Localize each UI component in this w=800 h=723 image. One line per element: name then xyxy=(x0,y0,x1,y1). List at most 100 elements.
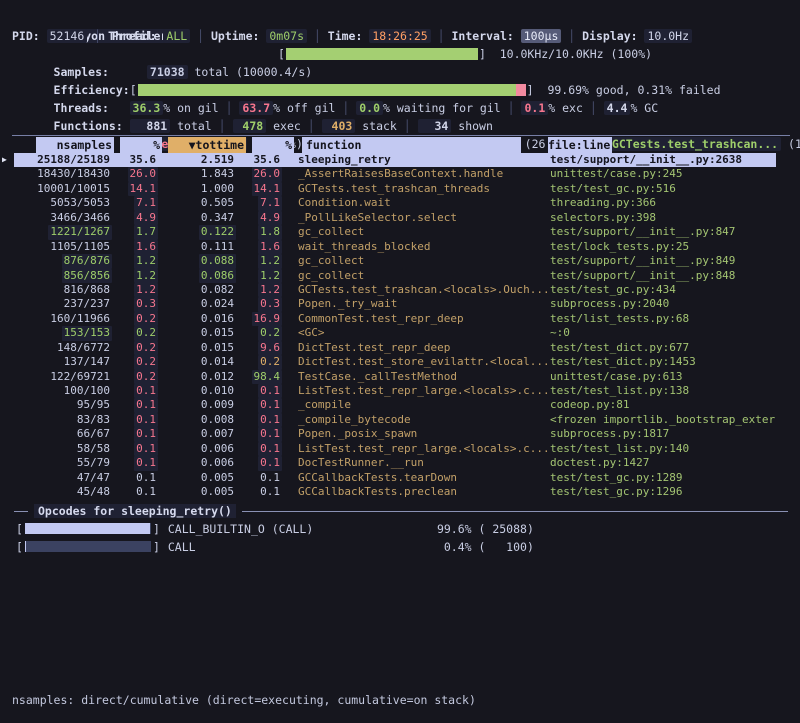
interval-label: Interval: xyxy=(452,29,521,43)
efficiency-bar xyxy=(138,84,526,96)
table-row[interactable]: 66/670.10.0070.1Popen._posix_spawnsubpro… xyxy=(14,427,776,441)
thread-stat-value: 0.0 xyxy=(356,101,383,115)
nsamples-cell: 816/868 xyxy=(14,283,112,297)
info-item-pid: PID: 52146 xyxy=(12,29,87,43)
table-row[interactable]: 876/8761.20.0881.2gc_collecttest/support… xyxy=(14,254,776,268)
function-name-cell: DictTest.test_repr_deep xyxy=(296,341,548,355)
col-header-function[interactable]: function xyxy=(302,137,521,153)
info-item-thread: Thread: ALL xyxy=(108,29,190,43)
tottime-cell: 0.086 xyxy=(158,269,236,283)
opcodes-title: Opcodes for sleeping_retry() xyxy=(34,504,236,518)
tachyon-profiler: Tachyon Profiler PID: 52146 │ Thread: AL… xyxy=(0,0,800,723)
function-name-cell: CommonTest.test_repr_deep xyxy=(296,312,548,326)
pct-cumulative-cell: 0.1 xyxy=(236,427,282,441)
separator: │ xyxy=(561,29,582,43)
table-row[interactable]: 160/119660.20.01616.9CommonTest.test_rep… xyxy=(14,312,776,326)
nsamples-cell: 100/100 xyxy=(14,384,112,398)
pct-direct-cell: 0.1 xyxy=(112,413,158,427)
pct-cumulative-cell: 1.2 xyxy=(236,283,282,297)
table-row[interactable]: 95/950.10.0090.1_compilecodeop.py:81 xyxy=(14,398,776,412)
top3-item: GCTests.test_trashcan... (14.1%) xyxy=(594,137,800,151)
table-row[interactable]: 3466/34664.90.3474.9_PollLikeSelector.se… xyxy=(14,211,776,225)
file-line-cell: test/test_gc.py:434 xyxy=(548,283,776,297)
separator: │ xyxy=(87,29,108,43)
pct-cumulative-cell: 0.1 xyxy=(236,471,282,485)
pct-cumulative-cell: 0.1 xyxy=(236,398,282,412)
tottime-cell: 0.111 xyxy=(158,240,236,254)
function-name-cell: ListTest.test_repr_large.<locals>.c... xyxy=(296,442,548,456)
nsamples-cell: 3466/3466 xyxy=(14,211,112,225)
col-header-tottime-sorted[interactable]: ▼tottime xyxy=(168,137,246,153)
table-row[interactable]: 100/1000.10.0100.1ListTest.test_repr_lar… xyxy=(14,384,776,398)
tottime-cell: 0.006 xyxy=(158,442,236,456)
pct-direct-cell: 0.1 xyxy=(112,384,158,398)
title-rule-right xyxy=(242,511,788,512)
pct-cumulative-cell: 7.1 xyxy=(236,196,282,210)
nsamples-cell: 47/47 xyxy=(14,471,112,485)
table-row[interactable]: 45/480.10.0050.1GCCallbackTests.preclean… xyxy=(14,485,776,499)
table-row[interactable]: 55/790.10.0060.1DocTestRunner.__rundocte… xyxy=(14,456,776,470)
functions-label: Functions: xyxy=(54,117,130,135)
pct-direct-cell: 26.0 xyxy=(112,167,158,181)
table-row[interactable]: 856/8561.20.0861.2gc_collecttest/support… xyxy=(14,269,776,283)
bar-open-bracket: [ xyxy=(130,83,137,97)
pct-direct-cell: 0.2 xyxy=(112,341,158,355)
nsamples-cell: 18430/18430 xyxy=(14,167,112,181)
table-row[interactable]: 816/8681.20.0821.2GCTests.test_trashcan.… xyxy=(14,283,776,297)
efficiency-failed-bar xyxy=(516,84,526,96)
opcode-stat: 0.4% ( 100) xyxy=(414,540,534,554)
footer: nsamples: direct/cumulative (direct=exec… xyxy=(12,663,476,723)
opcode-stat: 99.6% ( 25088) xyxy=(414,522,534,536)
pct-direct-cell: 0.2 xyxy=(112,312,158,326)
pct-direct-cell: 0.2 xyxy=(112,355,158,369)
opcodes-title-line: Opcodes for sleeping_retry() xyxy=(0,503,800,520)
function-name-cell: sleeping_retry xyxy=(296,153,548,167)
pct-cumulative-cell: 4.9 xyxy=(236,211,282,225)
efficiency-text: 99.69% good, 0.31% failed xyxy=(534,83,721,97)
table-row[interactable]: 153/1530.20.0150.2<GC>~:0 xyxy=(14,326,776,340)
table-row[interactable]: 237/2370.30.0240.3Popen._try_waitsubproc… xyxy=(14,297,776,311)
thread-stat-value: 0.1 xyxy=(521,101,548,115)
function-stat-suffix: stack xyxy=(355,119,397,133)
function-name-cell: TestCase._callTestMethod xyxy=(296,370,548,384)
table-row[interactable]: 5053/50537.10.5057.1Condition.waitthread… xyxy=(14,196,776,210)
function-name-cell: Popen._posix_spawn xyxy=(296,427,548,441)
nsamples-cell: 95/95 xyxy=(14,398,112,412)
col-header-file-line[interactable]: file:line xyxy=(548,137,612,153)
tottime-cell: 1.843 xyxy=(158,167,236,181)
tottime-cell: 0.347 xyxy=(158,211,236,225)
function-name-cell: ListTest.test_repr_large.<locals>.c... xyxy=(296,384,548,398)
bar-open-bracket: [ xyxy=(278,47,285,61)
pct-cumulative-cell: 1.6 xyxy=(236,240,282,254)
title-line: Tachyon Profiler xyxy=(12,9,800,27)
tottime-cell: 0.015 xyxy=(158,326,236,340)
table-row[interactable]: 1105/11051.60.1111.6wait_threads_blocked… xyxy=(14,240,776,254)
nsamples-cell: 25188/25189 xyxy=(14,153,112,167)
table-row[interactable]: 122/697210.20.01298.4TestCase._callTestM… xyxy=(14,370,776,384)
tottime-cell: 0.008 xyxy=(158,413,236,427)
info-item-interval: Interval: 100μs xyxy=(452,29,562,43)
table-row[interactable]: 10001/1001514.11.00014.1GCTests.test_tra… xyxy=(14,182,776,196)
functions-segments: 881 total │ 478 exec │ 403 stack │ 34 sh… xyxy=(130,119,493,133)
info-item-display: Display: 10.0Hz xyxy=(582,29,692,43)
separator: │ xyxy=(431,29,452,43)
bar-close-bracket: ] xyxy=(153,540,160,554)
col-header-pct-cumulative[interactable]: % xyxy=(252,137,294,153)
table-row[interactable]: 137/1470.20.0140.2DictTest.test_store_ev… xyxy=(14,355,776,369)
function-stat-value: 881 xyxy=(130,119,171,133)
table-row[interactable]: 148/67720.20.0159.6DictTest.test_repr_de… xyxy=(14,341,776,355)
col-header-pct-direct[interactable]: % xyxy=(120,137,162,153)
tottime-cell: 0.007 xyxy=(158,427,236,441)
col-header-nsamples[interactable]: nsamples xyxy=(36,137,114,153)
bar-close-bracket: ] xyxy=(153,522,160,536)
table-row[interactable]: 18430/1843026.01.84326.0_AssertRaisesBas… xyxy=(14,167,776,181)
table-row[interactable]: 83/830.10.0080.1_compile_bytecode<frozen… xyxy=(14,413,776,427)
table-row[interactable]: 47/470.10.0050.1GCCallbackTests.tearDown… xyxy=(14,471,776,485)
table-row[interactable]: 58/580.10.0060.1ListTest.test_repr_large… xyxy=(14,442,776,456)
nsamples-cell: 66/67 xyxy=(14,427,112,441)
function-stat-suffix: exec xyxy=(266,119,301,133)
table-row[interactable]: ▶25188/2518935.62.51935.6sleeping_retryt… xyxy=(14,153,776,167)
function-stat-value: 34 xyxy=(418,119,452,133)
table-row[interactable]: 1221/12671.70.1221.8gc_collecttest/suppo… xyxy=(14,225,776,239)
function-name-cell: gc_collect xyxy=(296,225,548,239)
